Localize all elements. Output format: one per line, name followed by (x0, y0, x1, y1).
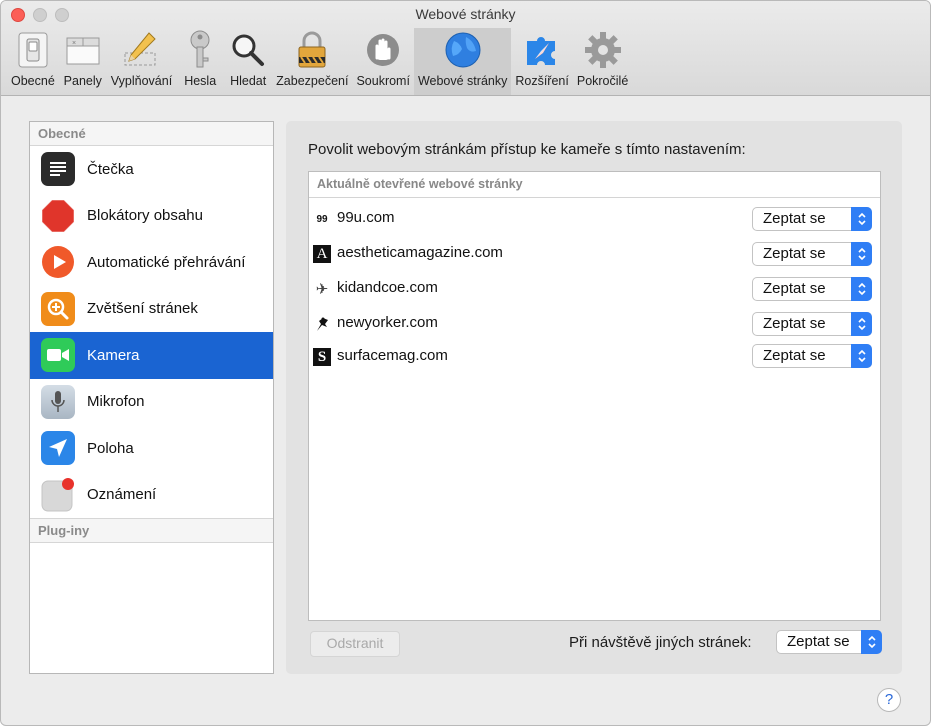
website-row: ✈ kidandcoe.com Zeptat se (309, 274, 880, 304)
play-icon (41, 245, 75, 279)
website-name: surfacemag.com (337, 347, 448, 364)
website-name: aestheticamagazine.com (337, 244, 503, 261)
chevron-updown-icon (851, 207, 872, 231)
sidebar-section-general: Obecné (30, 122, 273, 146)
sidebar-item-label: Blokátory obsahu (87, 207, 203, 225)
tab-panely[interactable]: × Panely (59, 28, 107, 95)
gear-icon (583, 30, 623, 70)
tab-rozsireni[interactable]: Rozšíření (511, 28, 573, 95)
website-setting-select[interactable]: Zeptat se (752, 312, 872, 336)
tab-obecne[interactable]: Obecné (7, 28, 59, 95)
settings-panel: Povolit webovým stránkám přístup ke kame… (286, 121, 902, 674)
tab-label: Panely (63, 74, 102, 88)
tab-label: Hesla (184, 74, 217, 88)
sidebar-item-label: Mikrofon (87, 393, 145, 411)
sidebar-item-label: Automatické přehrávání (87, 253, 246, 271)
notification-icon (41, 477, 75, 512)
chevron-updown-icon (851, 344, 872, 368)
sidebar-item-mikrofon[interactable]: Mikrofon (30, 379, 273, 426)
preferences-window: Webové stránky Obecné × Panely Vyplňován… (0, 0, 931, 726)
favicon-kidandcoe: ✈ (315, 281, 329, 298)
globe-icon (443, 30, 483, 70)
magnifier-icon (228, 30, 268, 70)
sidebar-item-kamera[interactable]: Kamera (30, 332, 273, 379)
pencil-icon (121, 30, 161, 70)
tab-label: Webové stránky (417, 74, 508, 88)
sidebar-item-blokatory-obsahu[interactable]: Blokátory obsahu (30, 193, 273, 240)
tab-label: Zabezpečení (276, 74, 349, 88)
tab-label: Hledat (230, 74, 267, 88)
remove-button[interactable]: Odstranit (310, 631, 400, 657)
chevron-updown-icon (851, 277, 872, 301)
stop-sign-icon (41, 199, 75, 233)
sidebar-item-zvetseni-stranek[interactable]: Zvětšení stránek (30, 286, 273, 333)
panel-heading: Povolit webovým stránkám přístup ke kame… (308, 141, 746, 158)
website-name: kidandcoe.com (337, 279, 438, 296)
sidebar-item-oznameni[interactable]: Oznámení (30, 472, 273, 519)
help-button[interactable]: ? (877, 688, 901, 712)
chevron-updown-icon (861, 630, 882, 654)
website-setting-select[interactable]: Zeptat se (752, 207, 872, 231)
tab-soukromi[interactable]: Soukromí (352, 28, 414, 95)
website-name: newyorker.com (337, 314, 438, 331)
tab-zabezpeceni[interactable]: Zabezpečení (272, 28, 352, 95)
website-setting-select[interactable]: Zeptat se (752, 344, 872, 368)
svg-text:×: × (72, 40, 76, 47)
tab-webove-stranky[interactable]: Webové stránky (413, 28, 512, 95)
sidebar-item-label: Kamera (87, 346, 140, 364)
website-row: A aestheticamagazine.com Zeptat se (309, 239, 880, 269)
reader-icon (41, 152, 75, 187)
tab-vyplnovani[interactable]: Vyplňování (107, 28, 176, 95)
other-sites-label: Při návštěvě jiných stránek: (569, 634, 752, 651)
padlock-icon (292, 30, 332, 70)
sidebar-item-ctecka[interactable]: Čtečka (30, 146, 273, 193)
sidebar-section-plugins: Plug-iny (30, 518, 273, 543)
settings-sidebar: Obecné Čtečka Blokátory obsahu Automatic… (29, 121, 274, 674)
favicon-surfacemag: S (313, 348, 331, 366)
favicon-newyorker (313, 315, 331, 333)
sidebar-item-poloha[interactable]: Poloha (30, 425, 273, 472)
tab-pokrocile[interactable]: Pokročilé (573, 28, 632, 95)
tab-label: Pokročilé (576, 74, 629, 88)
microphone-icon (41, 384, 75, 419)
favicon-aesthetica: A (313, 245, 331, 263)
website-setting-select[interactable]: Zeptat se (752, 242, 872, 266)
title-bar: Webové stránky Obecné × Panely Vyplňován… (1, 1, 930, 96)
hand-icon (363, 30, 403, 70)
sidebar-item-label: Čtečka (87, 160, 134, 178)
tabs-icon: × (63, 30, 103, 70)
switch-icon (13, 30, 53, 70)
website-row: newyorker.com Zeptat se (309, 309, 880, 339)
tab-label: Rozšíření (515, 74, 569, 88)
website-row: 99 99u.com Zeptat se (309, 204, 880, 234)
zoom-icon (41, 291, 75, 326)
tab-hledat[interactable]: Hledat (224, 28, 272, 95)
puzzle-icon (522, 30, 562, 70)
chevron-updown-icon (851, 242, 872, 266)
content-area: Obecné Čtečka Blokátory obsahu Automatic… (1, 96, 930, 725)
website-row: S surfacemag.com Zeptat se (309, 342, 880, 372)
sidebar-item-label: Zvětšení stránek (87, 300, 198, 318)
favicon-99u: 99 (316, 213, 328, 225)
websites-list: Aktuálně otevřené webové stránky 99 99u.… (308, 171, 881, 621)
websites-list-header: Aktuálně otevřené webové stránky (309, 172, 880, 198)
website-name: 99u.com (337, 209, 395, 226)
tab-label: Vyplňování (110, 74, 173, 88)
location-arrow-icon (41, 431, 75, 466)
key-icon (180, 30, 220, 70)
tab-hesla[interactable]: Hesla (176, 28, 224, 95)
sidebar-item-label: Poloha (87, 439, 134, 457)
website-setting-select[interactable]: Zeptat se (752, 277, 872, 301)
camera-icon (41, 338, 75, 373)
tab-label: Obecné (11, 74, 55, 88)
preferences-toolbar: Obecné × Panely Vyplňování Hesla Hledat … (7, 28, 632, 95)
other-sites-select[interactable]: Zeptat se (776, 630, 882, 654)
window-title: Webové stránky (415, 6, 516, 22)
sidebar-item-label: Oznámení (87, 486, 157, 504)
tab-label: Soukromí (356, 74, 410, 88)
chevron-updown-icon (851, 312, 872, 336)
sidebar-item-automaticke-prehravani[interactable]: Automatické přehrávání (30, 239, 273, 286)
